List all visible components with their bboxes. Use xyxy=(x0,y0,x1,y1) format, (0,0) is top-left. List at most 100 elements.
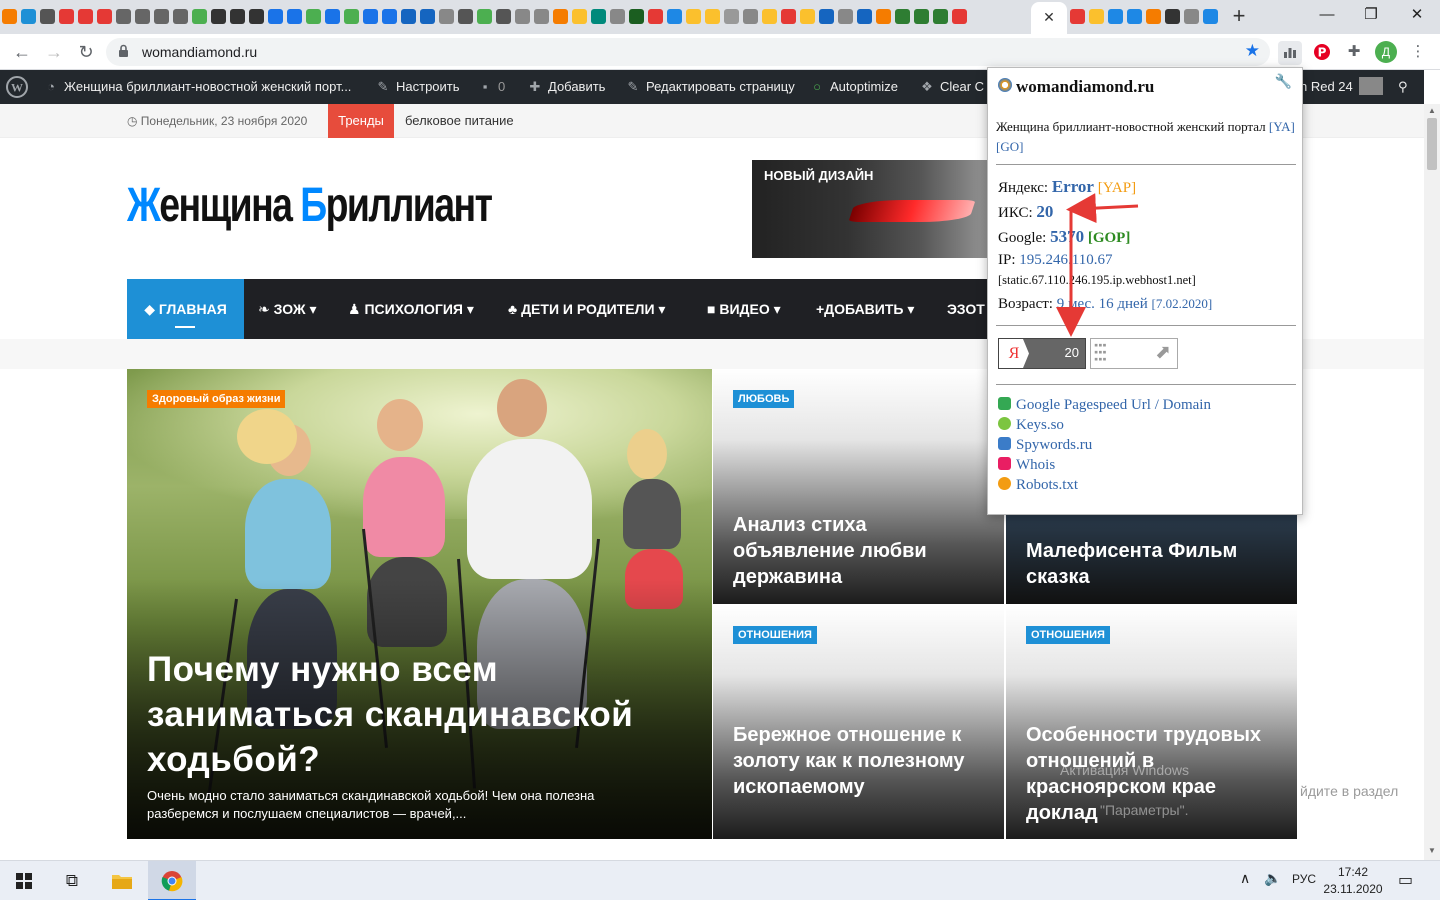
pinned-tab-favicon-icon[interactable] xyxy=(629,9,644,24)
yandex-iks-badge[interactable]: Я 20 xyxy=(998,338,1086,369)
pinned-tab-favicon-icon[interactable] xyxy=(192,9,207,24)
trend-link[interactable]: белковое питание xyxy=(405,113,514,128)
menu-item-video[interactable]: ■ ВИДЕО ▾ xyxy=(707,279,781,339)
wp-add-new[interactable]: ✚ Добавить xyxy=(526,70,606,104)
pinned-tab-favicon-icon[interactable] xyxy=(382,9,397,24)
pinned-tab-favicon-icon[interactable] xyxy=(420,9,435,24)
pinned-tab-favicon-icon[interactable] xyxy=(648,9,663,24)
go-link[interactable]: [GO] xyxy=(996,139,1023,154)
card-title[interactable]: Анализ стиха объявление любви державина xyxy=(733,512,993,590)
pinned-tab-favicon-icon[interactable] xyxy=(40,9,55,24)
pinned-tab-favicon-icon[interactable] xyxy=(268,9,283,24)
pinned-tab-favicon-icon[interactable] xyxy=(743,9,758,24)
featured-post[interactable]: Здоровый образ жизни Почему нужно всем з… xyxy=(127,369,712,839)
scroll-thumb[interactable] xyxy=(1427,118,1437,170)
settings-wrench-icon[interactable]: 🔧 xyxy=(1275,74,1292,90)
pinned-tab-favicon-icon[interactable] xyxy=(325,9,340,24)
pinned-tab-favicon-icon[interactable] xyxy=(230,9,245,24)
card-title[interactable]: Бережное отношение к золоту как к полезн… xyxy=(733,722,993,800)
volume-icon[interactable]: 🔈 xyxy=(1264,870,1281,887)
pinned-tab-favicon-icon[interactable] xyxy=(496,9,511,24)
category-badge[interactable]: ОТНОШЕНИЯ xyxy=(1026,626,1110,644)
address-bar[interactable]: womandiamond.ru ★ xyxy=(106,38,1270,66)
pinned-tab-favicon-icon[interactable] xyxy=(1089,9,1104,24)
page-scrollbar[interactable]: ▲ ▼ xyxy=(1424,104,1440,860)
pinned-tab-favicon-icon[interactable] xyxy=(724,9,739,24)
pinned-tab-favicon-icon[interactable] xyxy=(306,9,321,24)
start-button[interactable] xyxy=(0,861,48,900)
iks-value[interactable]: 20 xyxy=(1036,202,1053,221)
keyboard-language[interactable]: РУС xyxy=(1292,872,1316,886)
taskbar-clock[interactable]: 17:42 23.11.2020 xyxy=(1318,864,1388,898)
pinned-tab-favicon-icon[interactable] xyxy=(952,9,967,24)
pinned-tab-favicon-icon[interactable] xyxy=(363,9,378,24)
pinned-tab-favicon-icon[interactable] xyxy=(1146,9,1161,24)
wp-account[interactable]: n Red 24 xyxy=(1300,70,1383,104)
active-tab[interactable]: ✕ xyxy=(1031,2,1067,34)
pinned-tab-favicon-icon[interactable] xyxy=(116,9,131,24)
pinned-tabs-right[interactable] xyxy=(1068,8,1218,26)
pinned-tab-favicon-icon[interactable] xyxy=(21,9,36,24)
menu-item-home[interactable]: ◆ ГЛАВНАЯ xyxy=(127,279,244,344)
task-view-icon[interactable]: ⧉ xyxy=(48,861,96,900)
menu-item-kids[interactable]: ♣ ДЕТИ И РОДИТЕЛИ ▾ xyxy=(508,279,665,339)
tray-expand-icon[interactable]: ∧ xyxy=(1240,870,1250,887)
wordpress-logo-icon[interactable]: W xyxy=(6,70,28,104)
pinned-tab-favicon-icon[interactable] xyxy=(59,9,74,24)
category-badge[interactable]: Здоровый образ жизни xyxy=(147,390,286,408)
pinned-tab-favicon-icon[interactable] xyxy=(933,9,948,24)
ip-value[interactable]: 195.246.110.67 xyxy=(1019,252,1112,268)
pinned-tab-favicon-icon[interactable] xyxy=(344,9,359,24)
pinned-tab-favicon-icon[interactable] xyxy=(857,9,872,24)
forward-button[interactable]: → xyxy=(40,38,68,66)
yandex-value[interactable]: Error xyxy=(1052,177,1094,196)
wp-autoptimize[interactable]: ○ Autoptimize xyxy=(808,70,898,104)
pinned-tab-favicon-icon[interactable] xyxy=(800,9,815,24)
pinned-tab-favicon-icon[interactable] xyxy=(591,9,606,24)
wp-clear-cache[interactable]: ❖ Clear C xyxy=(918,70,984,104)
file-explorer-icon[interactable] xyxy=(98,861,146,900)
reload-button[interactable]: ↻ xyxy=(72,38,100,66)
pinned-tab-favicon-icon[interactable] xyxy=(439,9,454,24)
new-tab-button[interactable]: + xyxy=(1226,4,1252,30)
pinned-tab-favicon-icon[interactable] xyxy=(762,9,777,24)
pinned-tab-favicon-icon[interactable] xyxy=(211,9,226,24)
scroll-up-icon[interactable]: ▲ xyxy=(1427,106,1437,116)
notifications-icon[interactable]: ▭ xyxy=(1398,870,1413,890)
pinned-tab-favicon-icon[interactable] xyxy=(838,9,853,24)
pinned-tab-favicon-icon[interactable] xyxy=(249,9,264,24)
wp-customize[interactable]: ✎ Настроить xyxy=(374,70,460,104)
menu-item-add[interactable]: +ДОБАВИТЬ ▾ xyxy=(816,279,914,339)
ad-banner[interactable]: НОВЫЙ ДИЗАЙН xyxy=(752,160,992,258)
pinned-tab-favicon-icon[interactable] xyxy=(1127,9,1142,24)
pinned-tab-favicon-icon[interactable] xyxy=(477,9,492,24)
pinned-tab-favicon-icon[interactable] xyxy=(401,9,416,24)
pinned-tab-favicon-icon[interactable] xyxy=(78,9,93,24)
menu-item-psychology[interactable]: ♟ ПСИХОЛОГИЯ ▾ xyxy=(348,279,474,339)
spywords-link[interactable]: Spywords.ru xyxy=(998,437,1092,454)
pinned-tab-favicon-icon[interactable] xyxy=(610,9,625,24)
pinned-tab-favicon-icon[interactable] xyxy=(667,9,682,24)
pinned-tab-favicon-icon[interactable] xyxy=(534,9,549,24)
pinned-tab-favicon-icon[interactable] xyxy=(686,9,701,24)
menu-item-esoteric[interactable]: ЭЗОТ xyxy=(947,279,985,339)
yap-link[interactable]: [YAP] xyxy=(1098,180,1136,196)
scroll-down-icon[interactable]: ▼ xyxy=(1427,846,1437,856)
post-card[interactable]: ОТНОШЕНИЯ Бережное отношение к золоту ка… xyxy=(713,605,1004,839)
pinned-tab-favicon-icon[interactable] xyxy=(819,9,834,24)
age-value[interactable]: 9 мес. 16 дней xyxy=(1057,296,1148,312)
ya-link[interactable]: [YA] xyxy=(1269,119,1295,134)
close-window-button[interactable]: ✕ xyxy=(1394,0,1440,32)
pinned-tab-favicon-icon[interactable] xyxy=(154,9,169,24)
pinned-tab-favicon-icon[interactable] xyxy=(1184,9,1199,24)
back-button[interactable]: ← xyxy=(8,38,36,66)
site-logo[interactable]: Женщина Бриллиант xyxy=(127,178,493,233)
pinned-tab-favicon-icon[interactable] xyxy=(895,9,910,24)
wp-site-name[interactable]: ◔ Женщина бриллиант-новостной женский пор… xyxy=(42,70,351,104)
extensions-puzzle-icon[interactable]: ✚ xyxy=(1342,41,1366,65)
browser-menu-icon[interactable]: ⋮ xyxy=(1406,41,1430,65)
robots-link[interactable]: Robots.txt xyxy=(998,477,1078,494)
pinned-tab-favicon-icon[interactable] xyxy=(173,9,188,24)
profile-avatar[interactable]: Д xyxy=(1374,41,1398,65)
tab-close-icon[interactable]: ✕ xyxy=(1043,9,1055,25)
